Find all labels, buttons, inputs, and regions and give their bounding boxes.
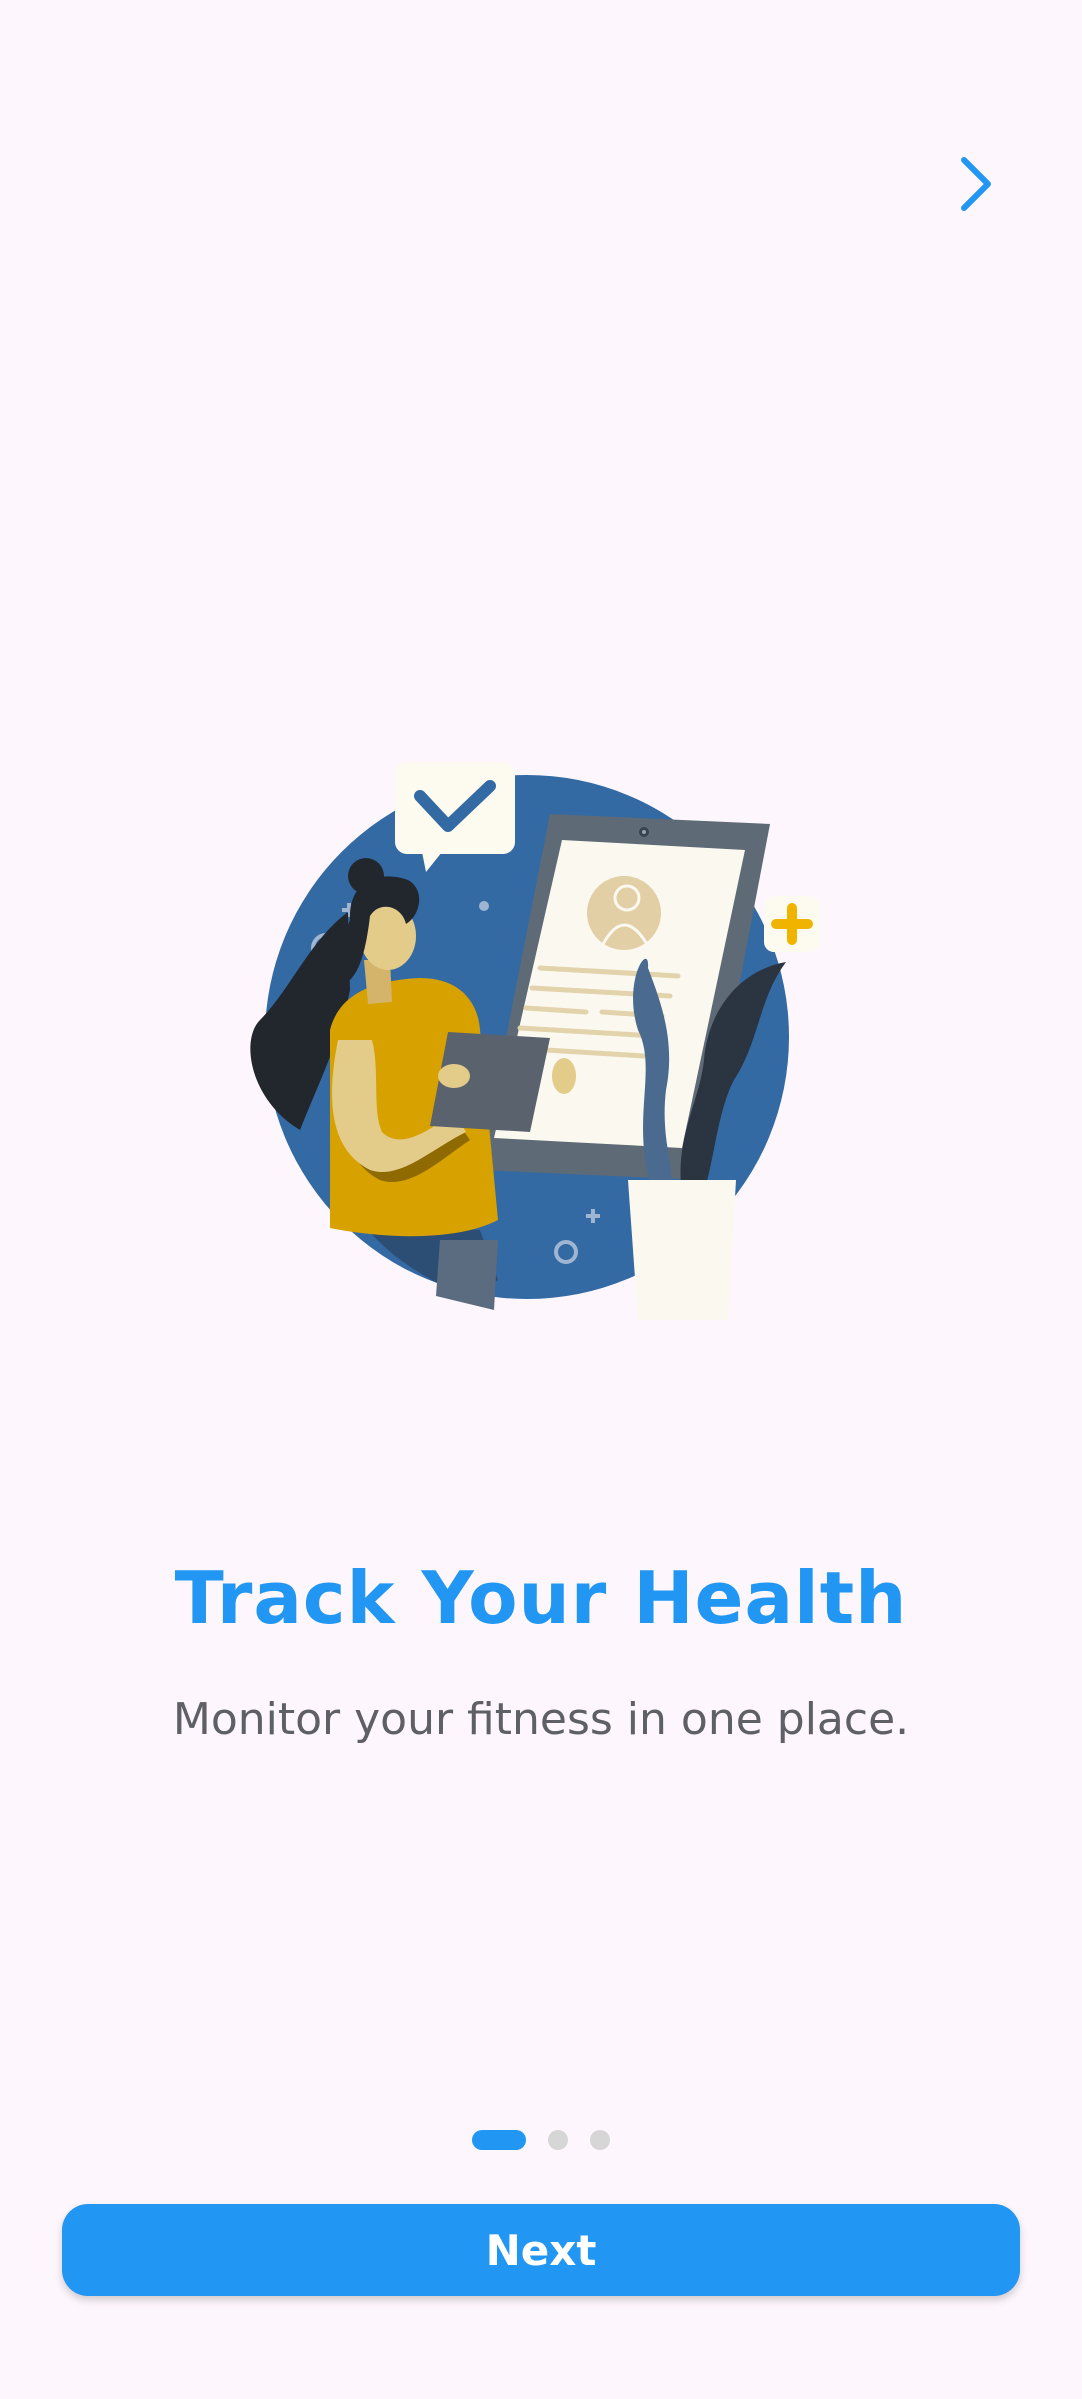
page-dot-1 [472,2130,526,2150]
onboarding-subtitle: Monitor your fitness in one place. [172,1694,910,1745]
chevron-right-icon [961,157,991,211]
skip-button[interactable] [936,144,1016,224]
page-indicator [0,2130,1082,2150]
next-button-label: Next [485,2225,597,2275]
page-dot-2 [548,2130,568,2150]
health-illustration [250,762,820,1320]
onboarding-title: Track Your Health [174,1556,908,1640]
page-dot-3 [590,2130,610,2150]
plus-badge [764,896,820,952]
next-button[interactable]: Next [62,2204,1020,2296]
